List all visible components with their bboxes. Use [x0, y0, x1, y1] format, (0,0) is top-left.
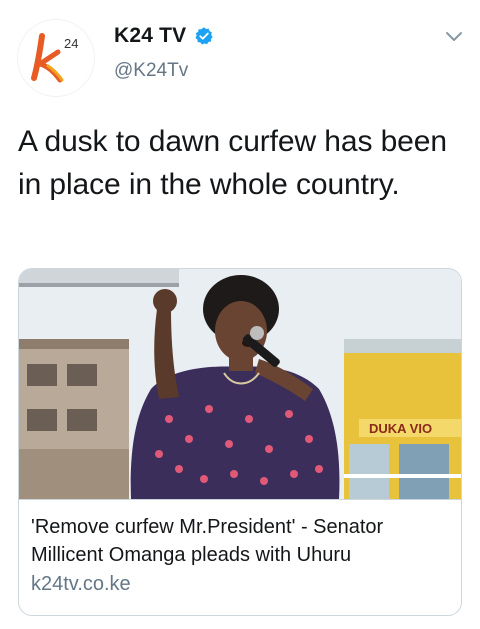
card-divider: [19, 499, 461, 500]
card-title[interactable]: 'Remove curfew Mr.President' - Senator M…: [31, 513, 451, 569]
handle[interactable]: @K24Tv: [114, 60, 188, 82]
avatar[interactable]: 24: [18, 20, 94, 96]
display-name[interactable]: K24 TV: [114, 24, 186, 48]
chevron-down-icon[interactable]: [444, 30, 464, 44]
name-row: K24 TV: [114, 24, 214, 48]
woman-speaking-photo[interactable]: DUKA VIO: [19, 269, 461, 499]
shop-sign-text: DUKA VIO: [369, 421, 432, 436]
tweet-text: A dusk to dawn curfew has been in place …: [18, 125, 447, 201]
link-card[interactable]: DUKA VIO 'Remove curfew Mr.President' - …: [18, 268, 462, 616]
k24-logo-icon: 24: [18, 20, 94, 96]
tweet[interactable]: 24 K24 TV @K24Tv A dusk to dawn curfew h…: [0, 0, 480, 629]
card-domain[interactable]: k24tv.co.ke: [31, 573, 131, 596]
verified-badge-icon: [195, 27, 214, 45]
avatar-text: 24: [64, 36, 78, 51]
